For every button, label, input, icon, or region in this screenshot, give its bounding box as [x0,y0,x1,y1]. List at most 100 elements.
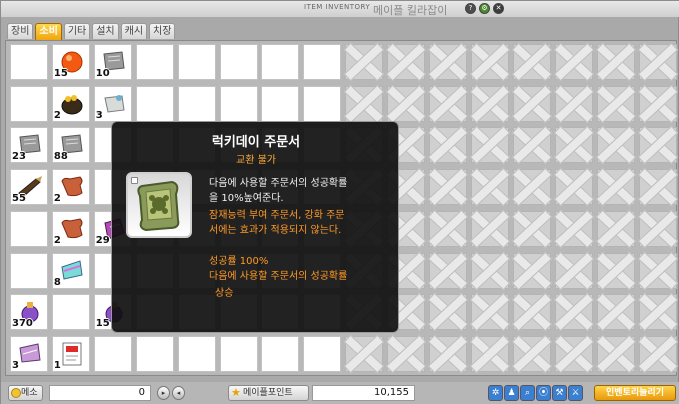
empty-slot[interactable] [303,44,342,80]
inventory-item-slot[interactable]: 3 [10,335,48,372]
empty-slot[interactable] [135,85,174,122]
meso-arrow-right-icon[interactable]: ▸ [157,386,170,400]
item-quantity: 10 [95,68,110,79]
inventory-item-slot[interactable]: 2 [51,85,90,122]
locked-slot [596,294,635,331]
window-title: ITEM INVENTORY [304,3,371,11]
close-icon[interactable]: ✕ [493,3,504,14]
item-quantity: 29 [95,234,110,246]
merge-icon[interactable]: ♟ [504,385,519,401]
inventory-item-slot[interactable]: 370 [10,294,48,331]
inventory-item-slot[interactable]: 8 [51,252,90,289]
pink-scroll-icon [19,343,41,363]
empty-slot[interactable] [177,44,216,80]
empty-slot[interactable] [135,44,174,80]
locked-slot [345,85,384,122]
inventory-item-slot[interactable]: 88 [51,127,90,164]
empty-slot[interactable] [51,294,90,331]
empty-slot[interactable] [261,44,300,80]
locked-slot [638,127,677,164]
inventory-item-slot[interactable]: 15 [51,44,90,80]
locked-slot [470,169,509,206]
empty-slot[interactable] [261,85,300,122]
cloth-bag-icon [104,94,125,113]
hammer-icon[interactable]: ⚒ [552,385,567,401]
tab-decoration[interactable]: 치장 [149,23,176,39]
inventory-item-slot[interactable]: 2 [51,210,90,247]
expand-inventory-button[interactable]: 인벤토리늘리기 [594,385,676,401]
inventory-item-slot[interactable]: 23 [10,127,48,164]
empty-slot[interactable] [135,335,174,372]
inventory-item-slot[interactable]: 1 [51,335,90,372]
locked-slot [596,85,635,122]
empty-slot[interactable] [177,335,216,372]
empty-slot[interactable] [10,210,48,247]
gear-icon[interactable]: ⚙ [479,3,490,14]
locked-slot [638,252,677,289]
tab-cash[interactable]: 캐시 [120,23,148,39]
meso-arrow-left-icon[interactable]: ◂ [172,386,185,400]
locked-slot [345,335,384,372]
tab-equip[interactable]: 장비 [7,23,34,39]
item-quantity: 88 [53,151,68,163]
tooltip-trade-status: 교환 불가 [236,155,276,166]
locked-slot [596,44,635,80]
tooltip-indicator [131,177,138,184]
brown-scroll-icon [61,176,83,197]
maple-points-amount: 10,155 [312,385,415,401]
tooltip-desc-line2: 을 10%높여준다. [209,193,284,204]
inventory-item-slot[interactable]: 55 [10,169,48,206]
locked-slot [638,294,677,331]
tooltip-desc-line1: 다음에 사용할 주문서의 성공확률 [209,178,348,189]
inventory-item-slot[interactable]: 10 [93,44,132,80]
tooltip-effect-line1: 다음에 사용할 주문서의 성공확률 [209,271,348,282]
locked-slot [512,252,551,289]
item-tooltip: 럭키데이 주문서 교환 불가 다음에 사용할 주문서의 성공확률 을 10%높여… [111,121,399,333]
empty-slot[interactable] [219,85,258,122]
empty-slot[interactable] [303,85,342,122]
empty-slot[interactable] [303,335,342,372]
item-quantity: 2 [53,234,61,246]
item-quantity: 23 [12,151,26,163]
locked-slot [512,44,551,80]
maple-points-label: 메이플포인트 [243,388,293,398]
item-quantity: 15 [95,318,110,330]
empty-slot[interactable] [219,44,258,80]
locked-slot [596,335,635,372]
empty-slot[interactable] [261,335,300,372]
meso-button[interactable]: 메소 [8,385,43,401]
tab-etc[interactable]: 기타 [63,23,91,39]
empty-slot[interactable] [10,44,48,80]
locked-slot [596,252,635,289]
item-quantity: 55 [12,193,26,205]
inventory-item-slot[interactable]: 2 [51,169,90,206]
empty-slot[interactable] [177,85,216,122]
title-bar[interactable]: ITEM INVENTORY 메이플 킬라잡이 ? ⚙ ✕ [1,1,679,17]
locked-slot [429,252,467,289]
empty-slot[interactable] [93,335,132,372]
locked-slot [470,294,509,331]
tab-bar: 장비 소비 기타 설치 캐시 치장 [7,23,176,40]
item-quantity: 2 [53,109,61,121]
meso-label: 메소 [21,388,38,398]
tab-use[interactable]: 소비 [35,23,62,40]
locked-slot [345,44,384,80]
help-icon[interactable]: ? [465,3,476,14]
sword-icon[interactable]: ⚔ [568,385,583,401]
maple-points-button[interactable]: ★ 메이플포인트 [228,385,309,401]
tab-setup[interactable]: 설치 [92,23,119,39]
empty-slot[interactable] [10,85,48,122]
inventory-item-slot[interactable]: 3 [93,85,132,122]
locked-slot [387,44,426,80]
target-icon[interactable]: ⦿ [536,385,551,401]
empty-slot[interactable] [10,252,48,289]
tooltip-warn-line1: 잠재능력 부여 주문서, 강화 주문 [209,210,345,221]
brown-scroll-icon [61,218,83,238]
search-icon[interactable]: ⌕ [520,385,535,401]
coupon-icon [62,342,82,366]
sort-icon[interactable]: ✲ [488,385,503,401]
empty-slot[interactable] [219,335,258,372]
locked-slot [387,85,426,122]
locked-slot [596,127,635,164]
locked-slot [596,210,635,247]
